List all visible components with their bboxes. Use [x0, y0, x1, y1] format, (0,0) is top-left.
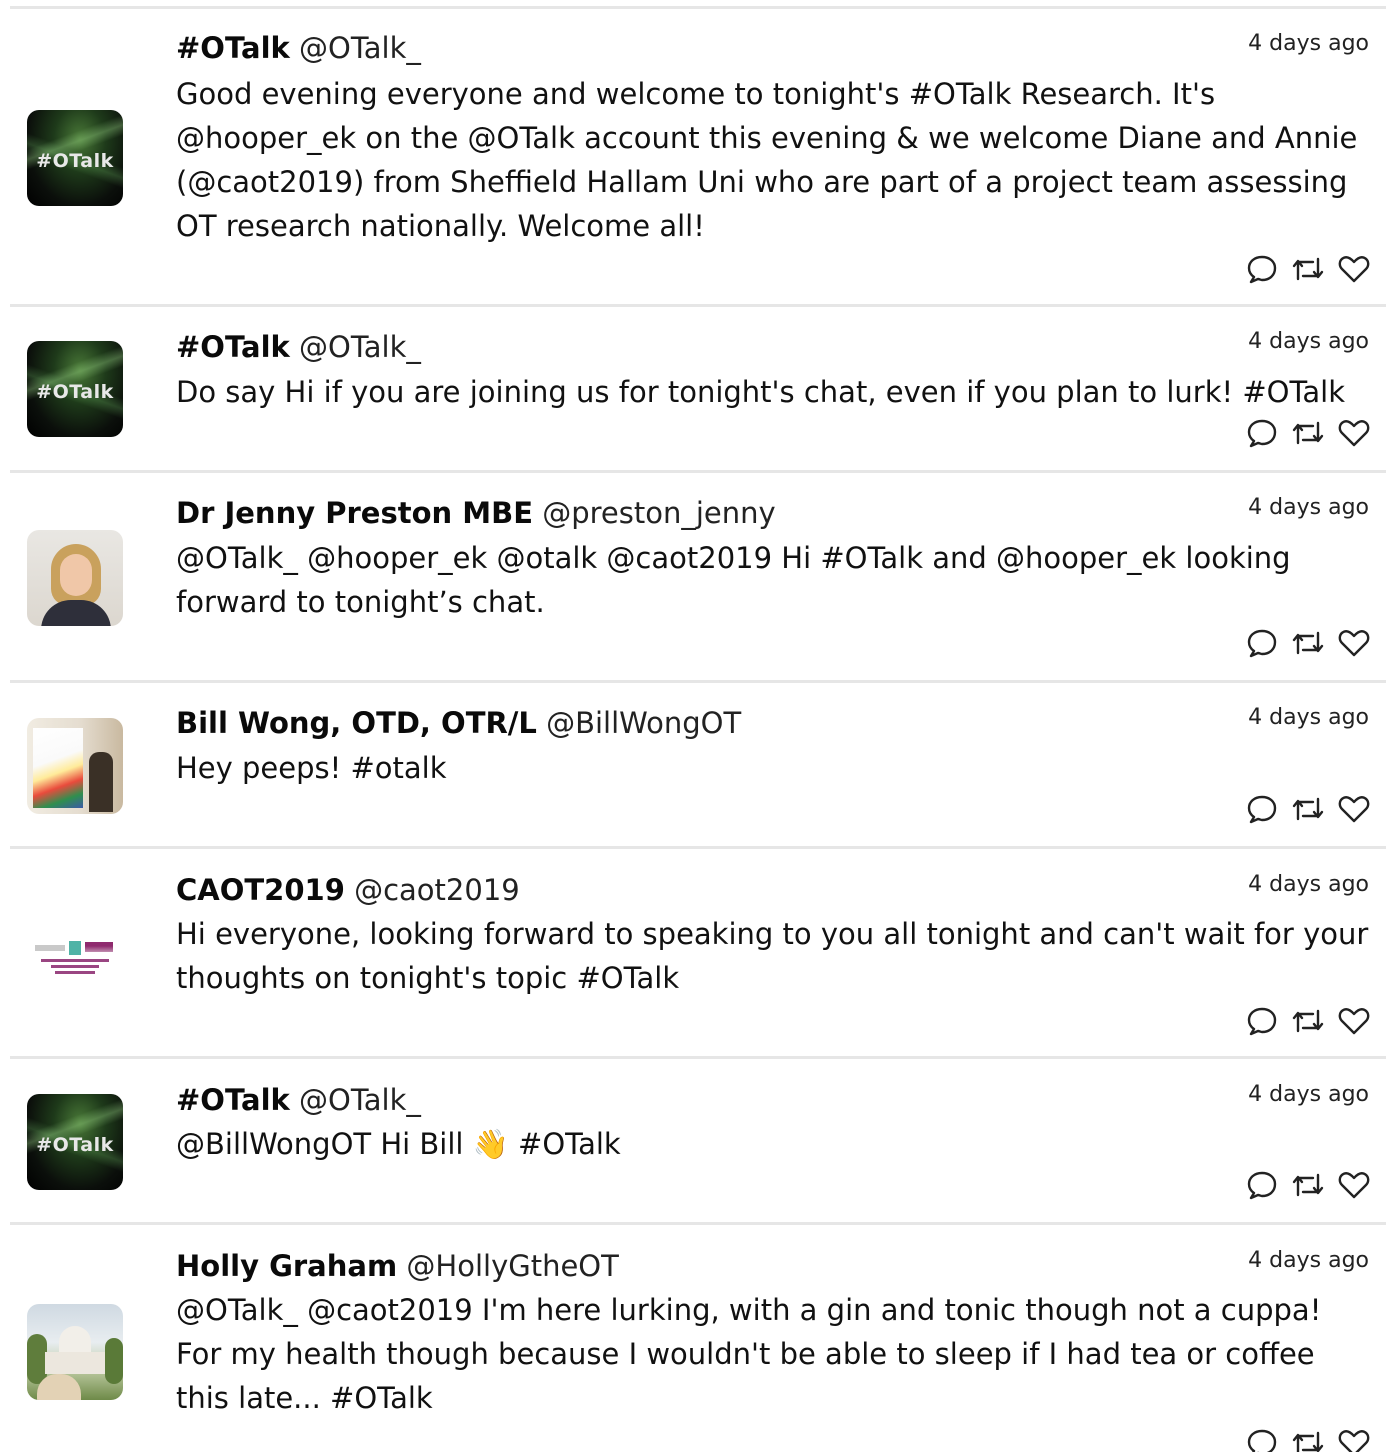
- author-name[interactable]: Dr Jenny Preston MBE: [176, 496, 533, 530]
- reply-icon[interactable]: [1246, 1170, 1278, 1200]
- divider: [10, 1056, 1386, 1059]
- avatar-logo-text: #OTalk: [36, 381, 114, 403]
- tweet-actions: [1246, 252, 1370, 286]
- author-name[interactable]: Holly Graham: [176, 1249, 397, 1283]
- retweet-icon[interactable]: [1291, 1428, 1325, 1452]
- divider: [10, 846, 1386, 849]
- retweet-icon[interactable]: [1291, 794, 1325, 824]
- author-name[interactable]: #OTalk: [176, 330, 290, 364]
- timestamp[interactable]: 4 days ago: [1248, 1081, 1369, 1109]
- tweet-header: CAOT2019 @caot2019: [176, 872, 520, 908]
- tweet-text: @OTalk_ @hooper_ek @otalk @caot2019 Hi #…: [176, 541, 1291, 619]
- tweet-actions: [1246, 626, 1370, 660]
- like-icon[interactable]: [1338, 418, 1370, 448]
- like-icon[interactable]: [1338, 794, 1370, 824]
- timestamp[interactable]: 4 days ago: [1248, 494, 1369, 522]
- avatar[interactable]: [27, 1304, 123, 1400]
- author-name[interactable]: #OTalk: [176, 1083, 290, 1117]
- reply-icon[interactable]: [1246, 628, 1278, 658]
- avatar-logo-text: #OTalk: [36, 1134, 114, 1156]
- retweet-icon[interactable]: [1291, 254, 1325, 284]
- like-icon[interactable]: [1338, 254, 1370, 284]
- tweet-actions: [1246, 792, 1370, 826]
- timestamp[interactable]: 4 days ago: [1248, 30, 1369, 58]
- tweet-text: Hi everyone, looking forward to speaking…: [176, 917, 1369, 995]
- divider: [10, 6, 1386, 9]
- timestamp[interactable]: 4 days ago: [1248, 704, 1369, 732]
- like-icon[interactable]: [1338, 1170, 1370, 1200]
- divider: [10, 680, 1386, 683]
- tweet-text: @BillWongOT Hi Bill 👋 #OTalk: [176, 1127, 621, 1161]
- timestamp[interactable]: 4 days ago: [1248, 871, 1369, 899]
- author-name[interactable]: #OTalk: [176, 31, 290, 65]
- tweet-text: Good evening everyone and welcome to ton…: [176, 77, 1358, 243]
- avatar-logo-text: #OTalk: [36, 150, 114, 172]
- tweet-header: Holly Graham @HollyGtheOT: [176, 1248, 619, 1284]
- tweet-header: #OTalk @OTalk_: [176, 1082, 421, 1118]
- divider: [10, 304, 1386, 307]
- author-handle[interactable]: @OTalk_: [299, 1083, 421, 1117]
- tweet-header: #OTalk @OTalk_: [176, 329, 421, 365]
- reply-icon[interactable]: [1246, 254, 1278, 284]
- retweet-icon[interactable]: [1291, 628, 1325, 658]
- like-icon[interactable]: [1338, 1428, 1370, 1452]
- tweet-text: Do say Hi if you are joining us for toni…: [176, 375, 1346, 409]
- avatar[interactable]: #OTalk: [27, 110, 123, 206]
- tweet-text: @OTalk_ @caot2019 I'm here lurking, with…: [176, 1293, 1322, 1415]
- retweet-icon[interactable]: [1291, 1006, 1325, 1036]
- author-name[interactable]: CAOT2019: [176, 873, 345, 907]
- reply-icon[interactable]: [1246, 418, 1278, 448]
- divider: [10, 1222, 1386, 1225]
- tweet-text: Hey peeps! #otalk: [176, 751, 447, 785]
- avatar[interactable]: #OTalk: [27, 341, 123, 437]
- tweet-actions: [1246, 416, 1370, 450]
- like-icon[interactable]: [1338, 628, 1370, 658]
- author-handle[interactable]: @preston_jenny: [542, 496, 775, 530]
- author-handle[interactable]: @caot2019: [354, 873, 520, 907]
- avatar[interactable]: #OTalk: [27, 1094, 123, 1190]
- avatar[interactable]: [27, 718, 123, 814]
- avatar[interactable]: [27, 909, 123, 1005]
- timestamp[interactable]: 4 days ago: [1248, 328, 1369, 356]
- retweet-icon[interactable]: [1291, 1170, 1325, 1200]
- reply-icon[interactable]: [1246, 1428, 1278, 1452]
- reply-icon[interactable]: [1246, 794, 1278, 824]
- like-icon[interactable]: [1338, 1006, 1370, 1036]
- timestamp[interactable]: 4 days ago: [1248, 1247, 1369, 1275]
- tweet-actions: [1246, 1426, 1370, 1452]
- tweet-actions: [1246, 1168, 1370, 1202]
- tweet-header: #OTalk @OTalk_: [176, 30, 421, 66]
- retweet-icon[interactable]: [1291, 418, 1325, 448]
- avatar[interactable]: [27, 530, 123, 626]
- author-name[interactable]: Bill Wong, OTD, OTR/L: [176, 706, 537, 740]
- tweet-header: Bill Wong, OTD, OTR/L @BillWongOT: [176, 705, 741, 741]
- tweet-actions: [1246, 1004, 1370, 1038]
- author-handle[interactable]: @OTalk_: [299, 31, 421, 65]
- tweet-header: Dr Jenny Preston MBE @preston_jenny: [176, 495, 776, 531]
- author-handle[interactable]: @BillWongOT: [546, 706, 741, 740]
- author-handle[interactable]: @HollyGtheOT: [406, 1249, 618, 1283]
- divider: [10, 470, 1386, 473]
- reply-icon[interactable]: [1246, 1006, 1278, 1036]
- author-handle[interactable]: @OTalk_: [299, 330, 421, 364]
